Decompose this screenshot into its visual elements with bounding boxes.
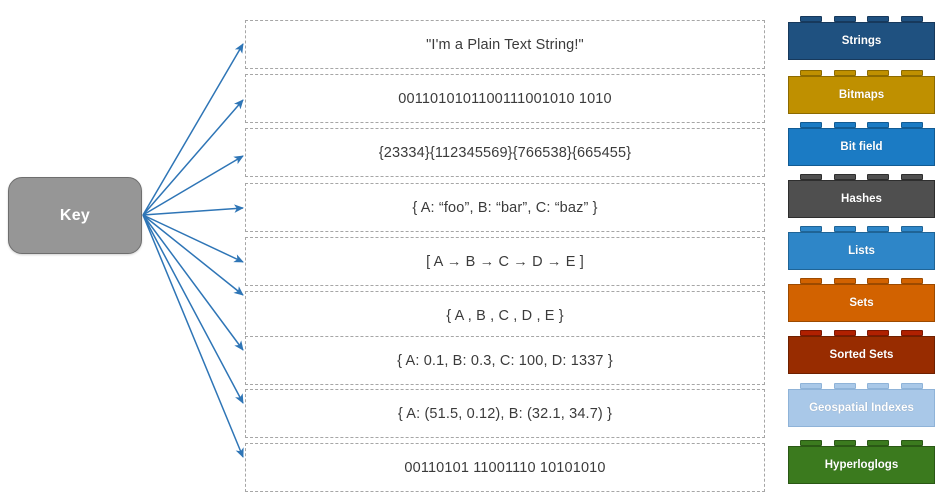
- type-block-label: Hyperloglogs: [824, 459, 899, 471]
- value-box: "I'm a Plain Text String!": [245, 20, 765, 69]
- value-box: 00110101 11001110 10101010: [245, 443, 765, 492]
- value-box: {23334}{112345569}{766538}{665455}: [245, 128, 765, 177]
- value-box: { A: (51.5, 0.12), B: (32.1, 34.7) }: [245, 389, 765, 438]
- type-block-label: Sorted Sets: [829, 349, 894, 361]
- value-text: [ A → B → C → D → E ]: [426, 253, 584, 270]
- value-text: { A: (51.5, 0.12), B: (32.1, 34.7) }: [397, 405, 613, 422]
- key-node-label: Key: [59, 206, 91, 224]
- value-text: { A , B , C , D , E }: [446, 307, 564, 324]
- value-text: { A: “foo”, B: “bar”, C: “baz” }: [412, 199, 598, 216]
- value-box: 0011010101100111001010 1010: [245, 74, 765, 123]
- key-to-value-arrow: [142, 155, 244, 216]
- type-block-label: Lists: [848, 245, 875, 257]
- key-to-value-arrow: [142, 214, 244, 296]
- value-text: "I'm a Plain Text String!": [426, 36, 584, 53]
- value-text: 00110101 11001110 10101010: [404, 459, 606, 476]
- key-to-value-arrow: [142, 43, 244, 216]
- type-block-label: Geospatial Indexes: [809, 402, 914, 414]
- type-block-studs: [788, 329, 935, 336]
- type-block[interactable]: Bit field: [788, 128, 935, 166]
- type-block[interactable]: Sets: [788, 284, 935, 322]
- value-text: {23334}{112345569}{766538}{665455}: [378, 144, 632, 161]
- key-to-value-arrow: [142, 214, 244, 458]
- type-block[interactable]: Geospatial Indexes: [788, 389, 935, 427]
- type-block-studs: [788, 382, 935, 389]
- type-block[interactable]: Hashes: [788, 180, 935, 218]
- key-to-value-arrow: [142, 99, 244, 216]
- type-block[interactable]: Sorted Sets: [788, 336, 935, 374]
- type-block-studs: [788, 15, 935, 22]
- type-block[interactable]: Bitmaps: [788, 76, 935, 114]
- type-block-studs: [788, 121, 935, 128]
- value-box: [ A → B → C → D → E ]: [245, 237, 765, 286]
- type-block-label: Strings: [841, 35, 882, 47]
- value-box: { A , B , C , D , E }: [245, 291, 765, 340]
- value-box: { A: 0.1, B: 0.3, C: 100, D: 1337 }: [245, 336, 765, 385]
- key-to-value-arrow: [142, 214, 244, 351]
- type-block-studs: [788, 173, 935, 180]
- type-block[interactable]: Lists: [788, 232, 935, 270]
- type-block-label: Bit field: [840, 141, 883, 153]
- value-box: { A: “foo”, B: “bar”, C: “baz” }: [245, 183, 765, 232]
- key-to-value-arrow: [142, 214, 244, 263]
- type-block-label: Sets: [849, 297, 874, 309]
- key-to-value-arrow: [142, 204, 244, 216]
- diagram-canvas: Key "I'm a Plain Text String!" Strings 001…: [0, 0, 943, 502]
- type-block-label: Hashes: [841, 193, 882, 205]
- type-block[interactable]: Strings: [788, 22, 935, 60]
- type-block[interactable]: Hyperloglogs: [788, 446, 935, 484]
- type-block-studs: [788, 277, 935, 284]
- type-block-studs: [788, 69, 935, 76]
- value-text: { A: 0.1, B: 0.3, C: 100, D: 1337 }: [397, 352, 613, 369]
- value-text: 0011010101100111001010 1010: [398, 90, 612, 107]
- type-block-label: Bitmaps: [838, 89, 885, 101]
- key-to-value-arrow: [142, 214, 244, 404]
- type-block-studs: [788, 225, 935, 232]
- type-block-studs: [788, 439, 935, 446]
- key-node[interactable]: Key: [8, 177, 142, 254]
